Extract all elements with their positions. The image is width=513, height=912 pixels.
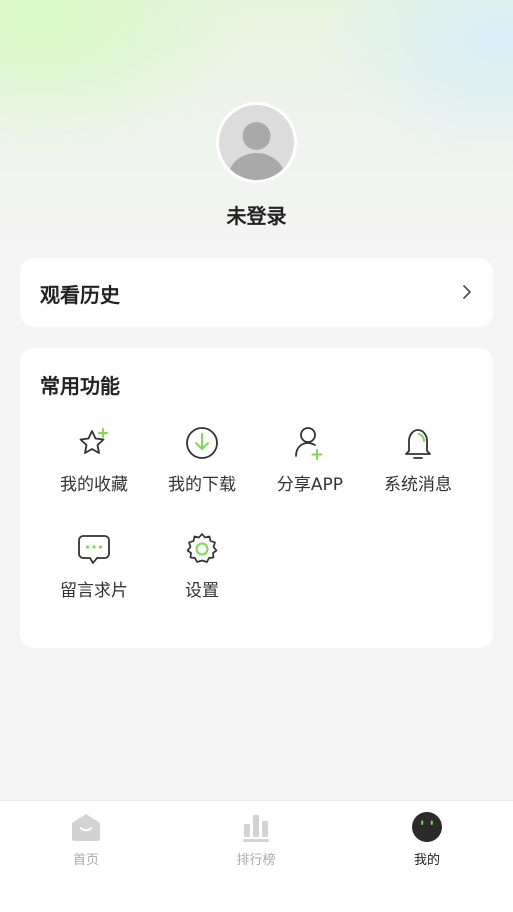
favorites-label: 我的收藏: [60, 475, 128, 495]
common-functions-card: 常用功能 我的收藏 我的下载 分享APP 系统消息 留言求片 设置: [20, 348, 493, 648]
star-plus-icon: [79, 428, 108, 454]
avatar[interactable]: [216, 102, 297, 183]
tab-mine[interactable]: 我的: [367, 811, 487, 868]
system-messages-label: 系统消息: [384, 475, 452, 495]
settings-button[interactable]: 设置: [148, 530, 256, 601]
profile-face-icon: [412, 812, 442, 842]
share-app-label: 分享APP: [276, 475, 344, 495]
username-label[interactable]: 未登录: [0, 200, 513, 229]
watch-history-card[interactable]: 观看历史: [20, 258, 493, 327]
ranking-icon: [243, 815, 269, 842]
tab-home[interactable]: 首页: [26, 811, 146, 868]
message-icon: [78, 535, 110, 564]
bottom-tab-bar: 首页 排行榜 我的: [0, 800, 513, 912]
request-movie-button[interactable]: 留言求片: [40, 530, 148, 601]
tab-ranking-label: 排行榜: [236, 853, 276, 868]
tab-ranking[interactable]: 排行榜: [196, 811, 316, 868]
settings-label: 设置: [185, 581, 219, 601]
home-icon: [72, 814, 100, 841]
favorites-button[interactable]: 我的收藏: [40, 424, 148, 495]
request-movie-label: 留言求片: [60, 581, 128, 601]
user-plus-icon: [295, 427, 323, 460]
gear-icon: [186, 533, 218, 563]
downloads-button[interactable]: 我的下载: [148, 424, 256, 495]
bell-icon: [405, 429, 431, 459]
system-messages-button[interactable]: 系统消息: [364, 424, 472, 495]
share-app-button[interactable]: 分享APP: [256, 424, 364, 495]
common-functions-title: 常用功能: [40, 374, 120, 398]
chevron-right-icon: [463, 285, 471, 299]
tab-home-label: 首页: [72, 853, 99, 868]
downloads-label: 我的下载: [168, 475, 236, 495]
default-avatar-icon: [228, 122, 285, 180]
download-icon: [186, 427, 218, 459]
tab-mine-label: 我的: [413, 853, 440, 868]
watch-history-title: 观看历史: [40, 283, 120, 307]
